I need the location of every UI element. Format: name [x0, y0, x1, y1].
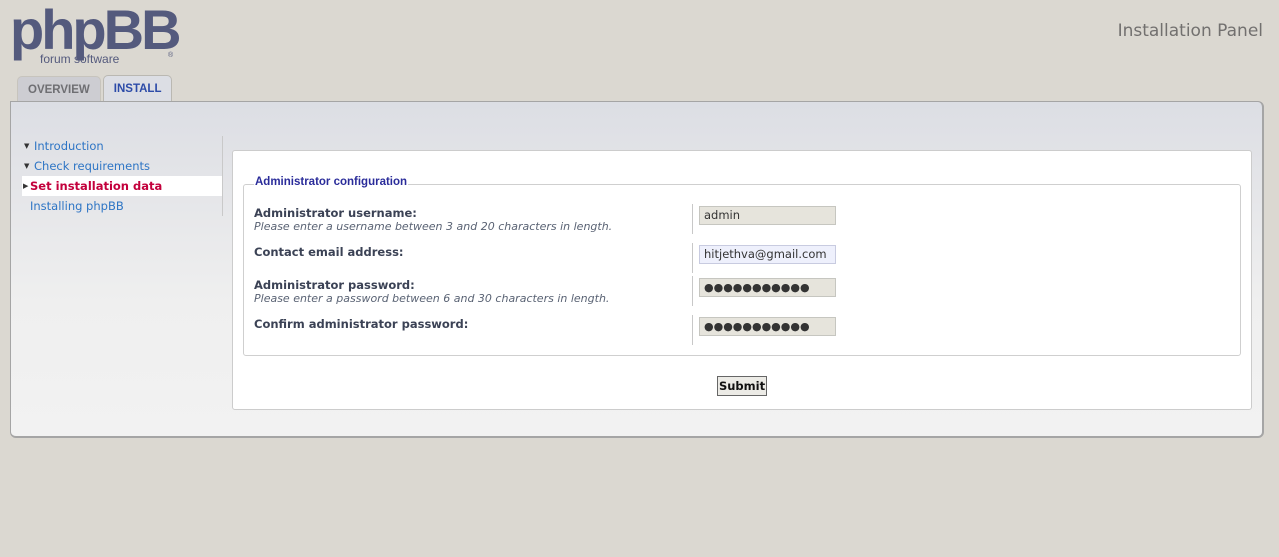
- main-panel: ▼ Introduction ▼ Check requirements ▶ Se…: [10, 101, 1264, 438]
- field-divider: [692, 204, 693, 234]
- content-panel: Administrator configuration Administrato…: [232, 150, 1252, 410]
- field-divider: [692, 315, 693, 345]
- phpbb-logo[interactable]: phpBB forum software ®: [10, 0, 182, 66]
- field-label: Confirm administrator password:: [254, 317, 469, 331]
- field-row-confirm-password: Confirm administrator password: ●●●●●●●●…: [254, 315, 1234, 353]
- tab-install[interactable]: INSTALL: [102, 75, 173, 101]
- registered-mark: ®: [168, 52, 174, 59]
- menu-item-introduction[interactable]: ▼ Introduction: [22, 136, 223, 156]
- field-row-username: Administrator username: Please enter a u…: [254, 204, 1234, 242]
- menu-item-label: Check requirements: [34, 159, 150, 173]
- field-label: Administrator username:: [254, 206, 417, 220]
- fieldset-legend: Administrator configuration: [254, 176, 409, 188]
- field-hint: Please enter a password between 6 and 30…: [254, 292, 610, 305]
- logo-wordmark: phpBB: [10, 0, 182, 61]
- field-label: Administrator password:: [254, 278, 415, 292]
- menu-item-set-installation-data[interactable]: ▶ Set installation data: [22, 176, 223, 196]
- contact-email-input[interactable]: hitjethva@gmail.com: [699, 245, 836, 264]
- submit-button[interactable]: Submit: [717, 376, 767, 396]
- admin-password-input[interactable]: ●●●●●●●●●●●: [699, 278, 836, 297]
- admin-username-input[interactable]: admin: [699, 206, 836, 225]
- chevron-right-icon: ▶: [23, 182, 29, 190]
- field-row-email: Contact email address: hitjethva@gmail.c…: [254, 243, 1234, 281]
- panel-title: Installation Panel: [1117, 21, 1263, 41]
- menu-item-installing-phpbb: Installing phpBB: [22, 196, 223, 216]
- field-label: Contact email address:: [254, 245, 404, 259]
- confirm-password-input[interactable]: ●●●●●●●●●●●: [699, 317, 836, 336]
- menu-item-label: Set installation data: [30, 179, 163, 193]
- menu-divider: [222, 136, 223, 216]
- chevron-down-icon: ▼: [24, 142, 30, 150]
- field-divider: [692, 276, 693, 306]
- field-divider: [692, 243, 693, 273]
- tab-bar: OVERVIEW INSTALL: [17, 75, 173, 101]
- tab-overview[interactable]: OVERVIEW: [17, 76, 101, 101]
- field-hint: Please enter a username between 3 and 20…: [254, 220, 613, 233]
- admin-config-fieldset: Administrator configuration Administrato…: [243, 176, 1241, 356]
- field-row-password: Administrator password: Please enter a p…: [254, 276, 1234, 314]
- menu-item-label: Introduction: [34, 139, 104, 153]
- menu-item-label: Installing phpBB: [30, 199, 124, 213]
- logo-tagline: forum software: [40, 52, 120, 66]
- step-menu: ▼ Introduction ▼ Check requirements ▶ Se…: [22, 136, 223, 216]
- menu-item-check-requirements[interactable]: ▼ Check requirements: [22, 156, 223, 176]
- chevron-down-icon: ▼: [24, 162, 30, 170]
